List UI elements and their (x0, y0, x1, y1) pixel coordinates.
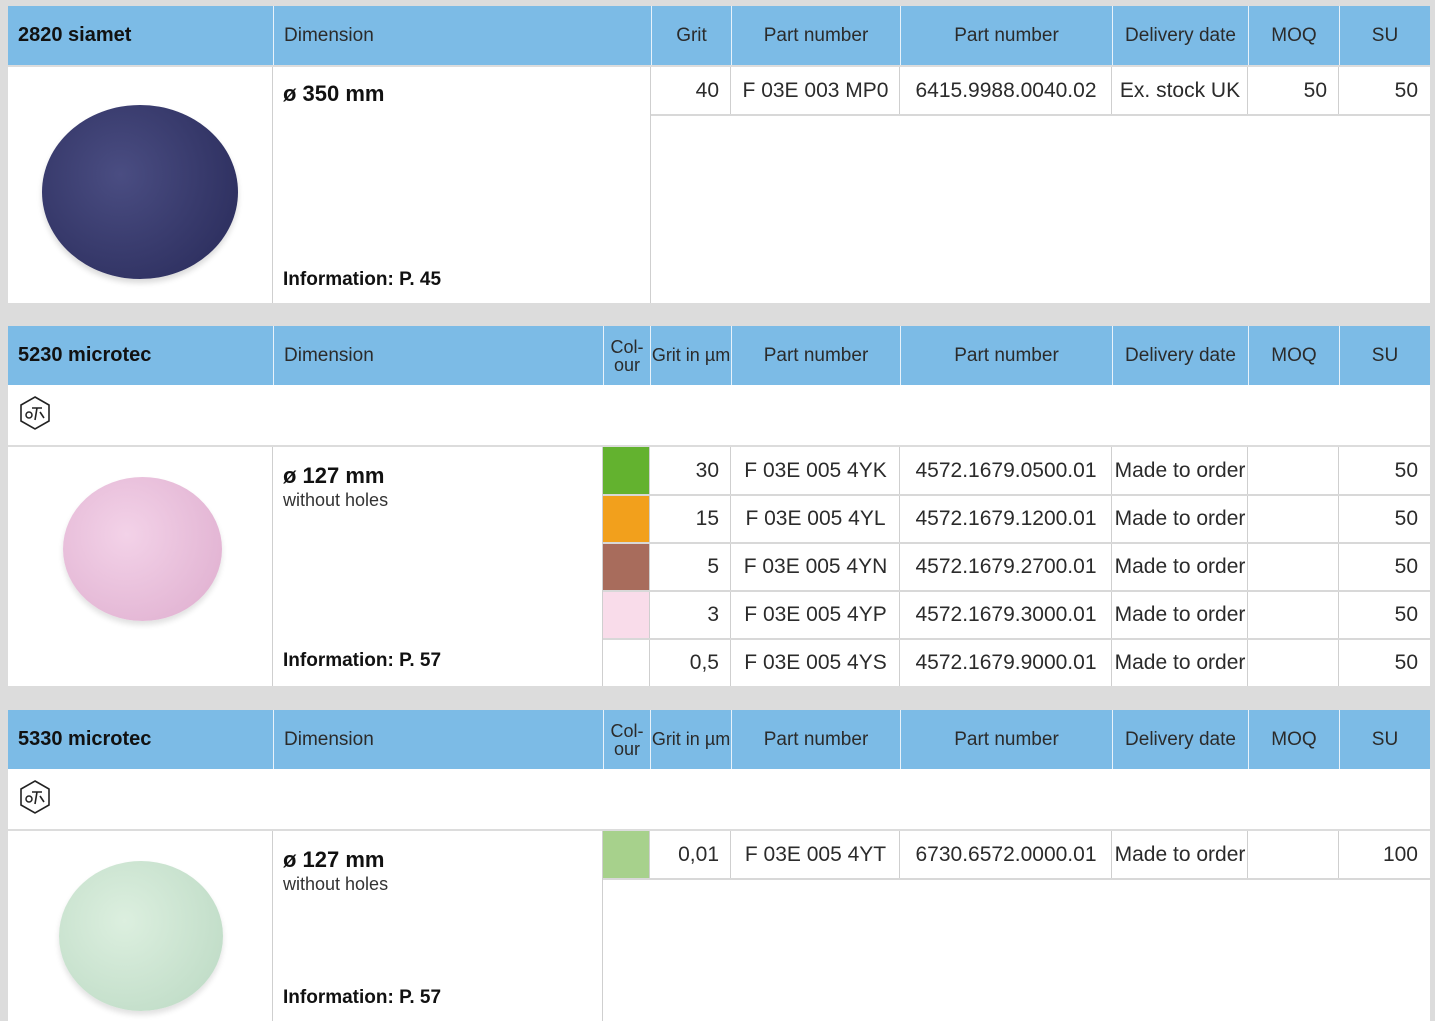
hexagon-badge-icon (20, 396, 50, 430)
header-delivery-date: Delivery date (1112, 6, 1248, 65)
su-value: 50 (1394, 458, 1418, 482)
part-number-value: F 03E 005 4YK (744, 458, 887, 482)
header-su: SU (1339, 710, 1430, 769)
header-dimension: Dimension (273, 6, 651, 65)
information-link[interactable]: Information: P. 57 (283, 987, 441, 1009)
su-value: 100 (1382, 842, 1418, 866)
table-header: 2820 siamet Dimension Grit Part number P… (8, 6, 1430, 65)
product-section-2820: 2820 siamet Dimension Grit Part number P… (8, 6, 1430, 304)
delivery-date-value: Made to order (1114, 458, 1246, 482)
header-moq: MOQ (1248, 6, 1339, 65)
grit-value: 5 (707, 554, 719, 578)
header-part-number-2: Part number (900, 710, 1112, 769)
grit-value: 0,01 (678, 842, 719, 866)
delivery-date-value: Made to order (1114, 554, 1246, 578)
grit-value: 3 (707, 602, 719, 626)
header-colour: Col- our (603, 326, 650, 385)
header-part-number: Part number (731, 710, 900, 769)
colour-swatch (603, 831, 649, 878)
part-number-2-value: 6415.9988.0040.02 (915, 78, 1097, 102)
grit-value: 15 (695, 506, 719, 530)
part-number-2-value: 4572.1679.2700.01 (915, 554, 1097, 578)
part-number-2-value: 4572.1679.1200.01 (915, 506, 1097, 530)
header-grit: Grit in µm (650, 326, 731, 385)
colour-swatch (603, 495, 649, 542)
su-value: 50 (1394, 650, 1418, 674)
icon-row (8, 385, 1430, 445)
su-value: 50 (1394, 602, 1418, 626)
product-name: 5330 microtec (18, 728, 152, 750)
grit-value: 0,5 (689, 650, 719, 674)
colour-swatch (603, 447, 649, 494)
delivery-date-value: Made to order (1114, 650, 1246, 674)
part-number-2-value: 4572.1679.9000.01 (915, 650, 1097, 674)
part-number-value: F 03E 003 MP0 (742, 78, 889, 102)
hexagon-badge-icon (20, 780, 50, 814)
product-image-disc (59, 861, 223, 1011)
icon-row (8, 769, 1430, 829)
grit-value: 30 (695, 458, 719, 482)
header-part-number-2: Part number (900, 6, 1112, 65)
part-number-value: F 03E 005 4YP (744, 602, 887, 626)
table-header: 5230 microtec Dimension Col- our Grit in… (8, 326, 1430, 385)
table-body: ø 350 mm Information: P. 45 40 F 03E 003… (8, 67, 1430, 303)
part-number-value: F 03E 005 4YT (744, 842, 887, 866)
su-value: 50 (1394, 554, 1418, 578)
header-su: SU (1339, 326, 1430, 385)
product-name: 5230 microtec (18, 344, 152, 366)
part-number-2-value: 4572.1679.3000.01 (915, 602, 1097, 626)
delivery-date-value: Made to order (1114, 842, 1246, 866)
part-number-value: F 03E 005 4YL (745, 506, 886, 530)
header-moq: MOQ (1248, 326, 1339, 385)
header-grit: Grit (651, 6, 731, 65)
dimension-note: without holes (283, 874, 389, 894)
delivery-date-value: Made to order (1114, 602, 1246, 626)
dimension-note: without holes (283, 490, 389, 510)
information-link[interactable]: Information: P. 45 (283, 269, 441, 291)
colour-swatch (603, 543, 649, 590)
header-dimension: Dimension (273, 326, 603, 385)
header-delivery-date: Delivery date (1112, 326, 1248, 385)
table-header: 5330 microtec Dimension Col- our Grit in… (8, 710, 1430, 769)
part-number-2-value: 4572.1679.0500.01 (915, 458, 1097, 482)
delivery-date-value: Made to order (1114, 506, 1246, 530)
header-colour: Col- our (603, 710, 650, 769)
moq-value: 50 (1303, 78, 1327, 102)
su-value: 50 (1394, 78, 1418, 102)
table-body: ø 127 mm without holes Information: P. 5… (8, 831, 1430, 1021)
part-number-value: F 03E 005 4YS (744, 650, 887, 674)
grit-value: 40 (695, 78, 719, 102)
su-value: 50 (1394, 506, 1418, 530)
product-image-disc (63, 477, 222, 621)
product-section-5330: 5330 microtec Dimension Col- our Grit in… (8, 710, 1430, 1021)
dimension-value: ø 127 mm (283, 847, 385, 872)
header-delivery-date: Delivery date (1112, 710, 1248, 769)
header-su: SU (1339, 6, 1430, 65)
header-part-number: Part number (731, 326, 900, 385)
information-link[interactable]: Information: P. 57 (283, 650, 441, 672)
header-part-number-2: Part number (900, 326, 1112, 385)
colour-swatch (603, 591, 649, 638)
colour-swatch (603, 639, 649, 686)
part-number-2-value: 6730.6572.0000.01 (915, 842, 1097, 866)
dimension-value: ø 350 mm (283, 81, 385, 106)
part-number-value: F 03E 005 4YN (743, 554, 888, 578)
table-body: ø 127 mm without holes Information: P. 5… (8, 447, 1430, 686)
dimension-value: ø 127 mm (283, 463, 385, 488)
product-image-disc (42, 105, 238, 279)
header-grit: Grit in µm (650, 710, 731, 769)
header-dimension: Dimension (273, 710, 603, 769)
header-part-number: Part number (731, 6, 900, 65)
product-section-5230: 5230 microtec Dimension Col- our Grit in… (8, 326, 1430, 686)
delivery-date-value: Ex. stock UK (1119, 78, 1241, 102)
product-name: 2820 siamet (18, 24, 132, 46)
header-moq: MOQ (1248, 710, 1339, 769)
